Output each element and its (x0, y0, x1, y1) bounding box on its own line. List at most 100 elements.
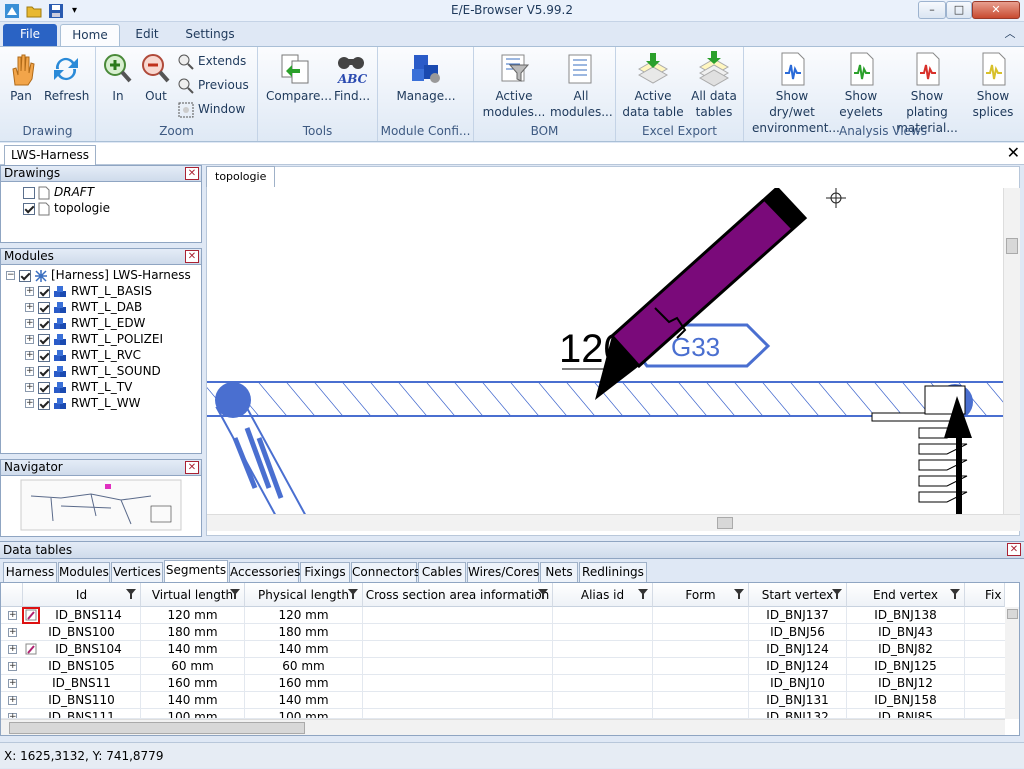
filter-icon[interactable] (230, 589, 240, 599)
pan-button[interactable]: Pan (6, 51, 36, 104)
expand-row-icon[interactable]: + (8, 611, 17, 620)
tab-topologie[interactable]: topologie (206, 166, 276, 187)
filter-icon[interactable] (126, 589, 136, 599)
checkbox[interactable] (38, 317, 50, 330)
expand-icon[interactable]: + (25, 303, 34, 312)
manage-button[interactable]: Manage... (396, 51, 456, 104)
tab-accessories[interactable]: Accessories (229, 562, 300, 582)
tab-nets[interactable]: Nets (540, 562, 578, 582)
checkbox[interactable] (23, 186, 35, 199)
zoom-extends-button[interactable]: Extends (178, 51, 246, 71)
tab-home[interactable]: Home (60, 24, 120, 46)
tab-segments[interactable]: Segments (164, 560, 228, 582)
module-item[interactable]: + RWT_L_EDW (25, 315, 145, 331)
filter-icon[interactable] (348, 589, 358, 599)
maximize-button[interactable]: □ (946, 1, 972, 19)
expand-row-icon[interactable]: + (8, 696, 17, 705)
filter-icon[interactable] (538, 589, 548, 599)
close-navigator-panel-icon[interactable]: ✕ (185, 461, 199, 474)
expand-icon[interactable]: + (25, 319, 34, 328)
scroll-thumb[interactable] (1006, 238, 1018, 254)
table-row[interactable]: + ID_BNS104 140 mm 140 mm ID_BNJ124 ID_B… (1, 641, 1006, 658)
column-header-alias-id[interactable]: Alias id (553, 583, 653, 607)
expand-icon[interactable]: + (25, 287, 34, 296)
zoom-window-button[interactable]: Window (178, 99, 245, 119)
module-root[interactable]: − [Harness] LWS-Harness (6, 267, 191, 283)
filter-icon[interactable] (638, 589, 648, 599)
column-header-physical-length[interactable]: Physical length (245, 583, 363, 607)
column-header-fix[interactable]: Fix (965, 583, 1005, 607)
active-data-table-button[interactable]: Active data table (622, 51, 684, 120)
zoom-previous-button[interactable]: Previous (178, 75, 249, 95)
checkbox[interactable] (38, 381, 50, 394)
filter-icon[interactable] (832, 589, 842, 599)
scroll-thumb[interactable] (717, 517, 733, 529)
collapse-ribbon-icon[interactable]: ︿ (1000, 24, 1020, 46)
tab-edit[interactable]: Edit (126, 24, 168, 46)
expand-row-icon[interactable]: + (8, 628, 17, 637)
column-header-end-vertex[interactable]: End vertex (847, 583, 965, 607)
column-header-cross-section[interactable]: Cross section area information (363, 583, 553, 607)
table-row[interactable]: + ID_BNS105 60 mm 60 mm ID_BNJ124 ID_BNJ… (1, 658, 1006, 675)
all-modules-button[interactable]: All modules... (550, 51, 613, 120)
module-item[interactable]: + RWT_L_RVC (25, 347, 141, 363)
show-eyelets-button[interactable]: Show eyelets (838, 51, 884, 120)
tab-connectors[interactable]: Connectors (351, 562, 420, 582)
scroll-thumb[interactable] (9, 722, 305, 734)
expand-icon[interactable]: + (25, 335, 34, 344)
expand-icon[interactable]: + (25, 399, 34, 408)
drawing-item-draft[interactable]: DRAFT (23, 184, 94, 200)
zoom-out-button[interactable]: Out (140, 51, 172, 104)
close-drawings-panel-icon[interactable]: ✕ (185, 167, 199, 180)
column-header-start-vertex[interactable]: Start vertex (749, 583, 847, 607)
expand-row-icon[interactable]: + (8, 679, 17, 688)
collapse-icon[interactable]: − (6, 271, 15, 280)
tab-settings[interactable]: Settings (178, 24, 242, 46)
drawing-item-topologie[interactable]: topologie (23, 200, 110, 216)
scroll-thumb[interactable] (1007, 609, 1018, 619)
grid-horizontal-scrollbar[interactable] (1, 719, 1005, 735)
topology-drawing[interactable]: 120 G33 (207, 188, 1003, 514)
module-item[interactable]: + RWT_L_TV (25, 379, 132, 395)
drawing-horizontal-scrollbar[interactable] (207, 514, 1020, 531)
checkbox[interactable] (38, 301, 50, 314)
table-row[interactable]: + ID_BNS110 140 mm 140 mm ID_BNJ131 ID_B… (1, 692, 1006, 709)
tab-wires-cores[interactable]: Wires/Cores (467, 562, 539, 582)
checkbox[interactable] (38, 349, 50, 362)
column-header-id[interactable]: Id (23, 583, 141, 607)
close-modules-panel-icon[interactable]: ✕ (185, 250, 199, 263)
tab-file[interactable]: File (3, 24, 57, 46)
expand-icon[interactable]: + (25, 367, 34, 376)
filter-icon[interactable] (734, 589, 744, 599)
module-item[interactable]: + RWT_L_SOUND (25, 363, 161, 379)
refresh-button[interactable]: Refresh (44, 51, 89, 104)
grid-vertical-scrollbar[interactable] (1005, 607, 1019, 719)
find-button[interactable]: ABC Find... (332, 51, 372, 104)
zoom-in-button[interactable]: In (102, 51, 134, 104)
close-document-icon[interactable]: ✕ (1007, 144, 1020, 162)
table-row[interactable]: + ID_BNS114 120 mm 120 mm ID_BNJ137 ID_B… (1, 607, 1006, 624)
table-row[interactable]: + ID_BNS11 160 mm 160 mm ID_BNJ10 ID_BNJ… (1, 675, 1006, 692)
tab-redlinings[interactable]: Redlinings (579, 562, 647, 582)
checkbox[interactable] (38, 285, 50, 298)
module-item[interactable]: + RWT_L_POLIZEI (25, 331, 163, 347)
compare-button[interactable]: Compare... (266, 51, 332, 104)
drawing-vertical-scrollbar[interactable] (1003, 188, 1020, 514)
checkbox[interactable] (19, 269, 31, 282)
expand-row-icon[interactable]: + (8, 645, 17, 654)
checkbox[interactable] (38, 397, 50, 410)
tab-vertices[interactable]: Vertices (111, 562, 163, 582)
column-header-form[interactable]: Form (653, 583, 749, 607)
branch-segment[interactable] (215, 407, 307, 514)
show-splices-button[interactable]: Show splices (970, 51, 1016, 120)
filter-icon[interactable] (950, 589, 960, 599)
table-row[interactable]: + ID_BNS111 100 mm 100 mm ID_BNJ132 ID_B… (1, 709, 1006, 719)
tab-harness[interactable]: Harness (3, 562, 57, 582)
column-header-virtual-length[interactable]: Virtual length (141, 583, 245, 607)
table-row[interactable]: + ID_BNS100 180 mm 180 mm ID_BNJ56 ID_BN… (1, 624, 1006, 641)
checkbox[interactable] (38, 333, 50, 346)
module-item[interactable]: + RWT_L_BASIS (25, 283, 152, 299)
expand-icon[interactable]: + (25, 351, 34, 360)
tab-fixings[interactable]: Fixings (300, 562, 350, 582)
expand-icon[interactable]: + (25, 383, 34, 392)
